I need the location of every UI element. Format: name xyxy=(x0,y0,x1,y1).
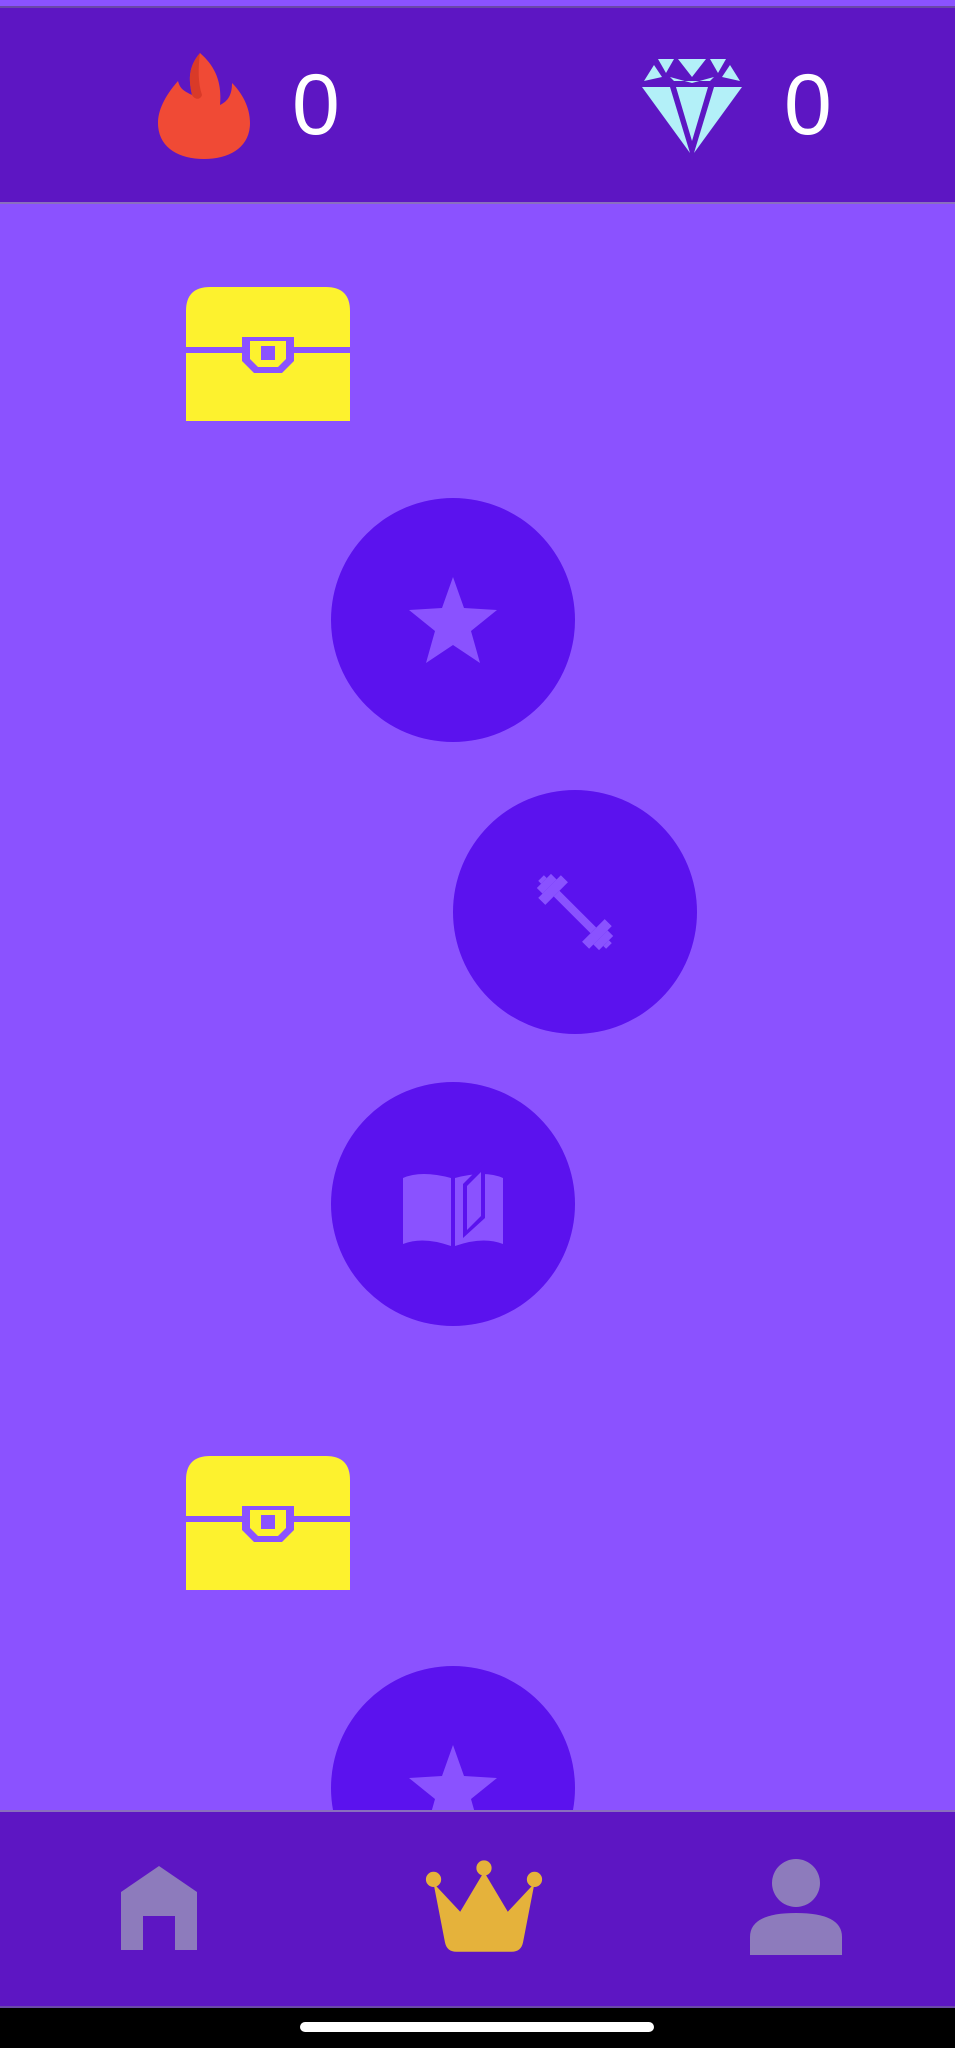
bottom-navigation xyxy=(0,1810,955,2008)
book-icon xyxy=(403,1162,503,1246)
learning-path xyxy=(0,206,955,1810)
star-icon xyxy=(409,1745,497,1810)
gems-counter[interactable]: 0 xyxy=(640,8,832,202)
treasure-chest-reward-2[interactable] xyxy=(186,1456,350,1590)
nav-leaderboard-button[interactable] xyxy=(424,1852,544,1962)
streak-counter[interactable]: 0 xyxy=(156,8,340,202)
person-icon xyxy=(750,1859,842,1955)
lesson-node-workout[interactable] xyxy=(453,790,697,1034)
dumbbell-icon xyxy=(536,873,614,951)
streak-count: 0 xyxy=(292,57,340,153)
top-stats-bar: 0 0 xyxy=(0,6,955,204)
treasure-chest-icon xyxy=(186,1456,350,1590)
crown-icon xyxy=(425,1860,543,1952)
flame-icon xyxy=(158,53,250,159)
nav-profile-button[interactable] xyxy=(736,1852,856,1962)
gem-count: 0 xyxy=(784,57,832,153)
lesson-node-star-2[interactable] xyxy=(331,1666,575,1810)
diamond-icon xyxy=(642,59,742,153)
lesson-node-star[interactable] xyxy=(331,498,575,742)
home-icon xyxy=(121,1866,197,1950)
home-indicator[interactable] xyxy=(300,2022,654,2032)
star-icon xyxy=(409,577,497,663)
treasure-chest-reward[interactable] xyxy=(186,287,350,421)
app-screen: 0 0 xyxy=(0,0,955,2048)
nav-home-button[interactable] xyxy=(99,1852,219,1962)
treasure-chest-icon xyxy=(186,287,350,421)
lesson-node-reading[interactable] xyxy=(331,1082,575,1326)
